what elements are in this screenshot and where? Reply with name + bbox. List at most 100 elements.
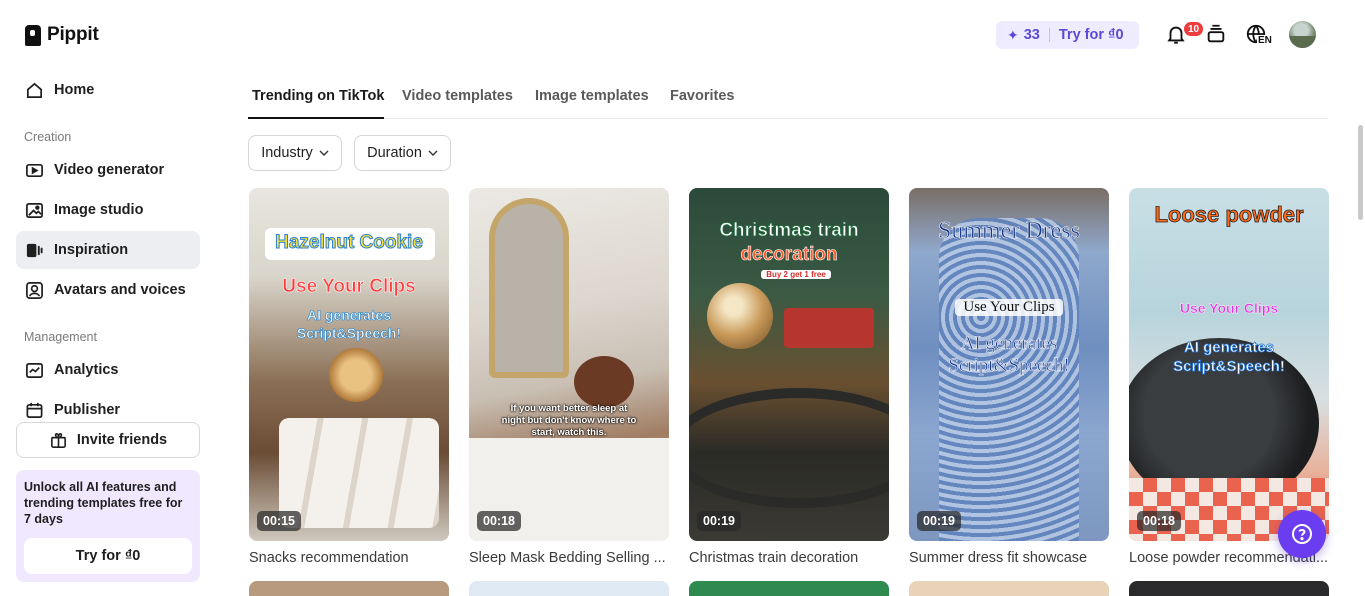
card-title: Christmas train decoration	[689, 550, 859, 566]
sidebar-item-label: Inspiration	[54, 242, 129, 258]
overlay-text: Hazelnut Cookie	[275, 232, 424, 254]
video-generator-icon	[24, 160, 44, 180]
sidebar-item-video-generator[interactable]: Video generator	[16, 151, 200, 189]
credits-pill[interactable]: ✦ 33 Try for ₫0	[996, 21, 1139, 49]
industry-filter-label: Industry	[261, 145, 313, 161]
home-icon	[24, 80, 44, 100]
help-button[interactable]	[1278, 510, 1326, 558]
thumbnail-decor	[707, 283, 773, 349]
try-for-free-link[interactable]: Try for ₫0	[1059, 27, 1124, 43]
overlay-text: Buy 2 get 1 free	[761, 270, 831, 279]
promo-card: Unlock all AI features and trending temp…	[16, 470, 200, 582]
template-tabs: Trending on TikTok Video templates Image…	[248, 86, 1328, 119]
overlay-text: AI generates Script&Speech!	[296, 307, 402, 342]
template-card[interactable]: If you want better sleep at night but do…	[469, 188, 669, 566]
template-card[interactable]: Christmas train decoration Buy 2 get 1 f…	[689, 188, 889, 566]
sidebar-item-label: Avatars and voices	[54, 282, 186, 298]
overlay-text: Summer Dress	[938, 218, 1080, 245]
tab-trending-on-tiktok[interactable]: Trending on TikTok	[252, 88, 384, 104]
app-name: Pippit	[47, 24, 99, 45]
industry-filter[interactable]: Industry	[248, 135, 342, 171]
duration-filter-label: Duration	[367, 145, 422, 161]
template-thumbnail-partial[interactable]	[249, 581, 449, 596]
stack-icon[interactable]	[1204, 22, 1228, 46]
sidebar-item-inspiration[interactable]: Inspiration	[16, 231, 200, 269]
sidebar-item-label: Home	[54, 82, 95, 98]
sidebar-item-label: Video generator	[54, 162, 165, 178]
promo-try-button[interactable]: Try for ₫0	[24, 538, 192, 574]
analytics-icon	[24, 360, 44, 380]
duration-filter[interactable]: Duration	[354, 135, 451, 171]
sidebar-item-image-studio[interactable]: Image studio	[16, 191, 200, 229]
overlay-text: If you want better sleep at night but do…	[501, 403, 637, 438]
card-title: Snacks recommendation	[249, 550, 409, 566]
thumbnail-decor	[939, 218, 1079, 541]
thumbnail-decor	[489, 198, 569, 378]
template-thumbnail[interactable]: Summer Dress Use Your Clips AI generates…	[909, 188, 1109, 541]
language-code: EN	[1257, 35, 1273, 46]
template-thumbnail-partial[interactable]	[469, 581, 669, 596]
thumbnail-decor	[689, 388, 889, 508]
question-icon	[1292, 524, 1312, 544]
credits-count: 33	[1023, 27, 1040, 43]
section-label-creation: Creation	[24, 130, 72, 144]
video-duration: 00:19	[697, 511, 741, 531]
avatar-voice-icon	[24, 280, 44, 300]
image-studio-icon	[24, 200, 44, 220]
chevron-down-icon	[428, 150, 438, 156]
chevron-down-icon	[319, 150, 329, 156]
template-thumbnail-partial[interactable]	[689, 581, 889, 596]
overlay-text: AI generates Script&Speech!	[1173, 339, 1285, 376]
template-thumbnail[interactable]: Loose powder Use Your Clips AI generates…	[1129, 188, 1329, 541]
thumbnail-decor	[279, 418, 439, 528]
template-thumbnail[interactable]: Hazelnut Cookie Use Your Clips AI genera…	[249, 188, 449, 541]
tab-favorites[interactable]: Favorites	[670, 88, 734, 104]
overlay-text: decoration	[740, 244, 838, 266]
credits-divider	[1048, 28, 1050, 42]
template-card[interactable]: Summer Dress Use Your Clips AI generates…	[909, 188, 1109, 566]
sidebar-item-label: Analytics	[54, 362, 119, 378]
template-thumbnail[interactable]: If you want better sleep at night but do…	[469, 188, 669, 541]
template-card[interactable]: Hazelnut Cookie Use Your Clips AI genera…	[249, 188, 449, 566]
thumbnail-decor	[574, 356, 634, 408]
section-label-management: Management	[24, 330, 97, 344]
video-duration: 00:15	[257, 511, 301, 531]
overlay-text: Use Your Clips	[282, 276, 416, 298]
sparkle-icon: ✦	[1007, 26, 1019, 43]
promo-text: Unlock all AI features and trending temp…	[24, 480, 183, 526]
overlay-text: Use Your Clips	[955, 299, 1063, 316]
template-thumbnail-partial[interactable]	[1129, 581, 1329, 596]
app-logo[interactable]: Pippit	[25, 24, 99, 46]
sidebar-item-home[interactable]: Home	[16, 71, 200, 109]
overlay-text: Loose powder	[1154, 202, 1304, 228]
thumbnail-decor	[329, 348, 383, 402]
video-duration: 00:19	[917, 511, 961, 531]
card-title: Sleep Mask Bedding Selling ...	[469, 550, 666, 566]
sidebar-item-avatars-and-voices[interactable]: Avatars and voices	[16, 271, 200, 309]
thumbnail-decor	[784, 308, 874, 348]
sidebar-item-label: Publisher	[54, 402, 121, 418]
pippit-logo-icon	[25, 24, 41, 46]
user-avatar[interactable]	[1289, 21, 1316, 48]
notification-badge: 10	[1183, 21, 1205, 37]
calendar-icon	[24, 400, 44, 420]
video-duration: 00:18	[477, 511, 521, 531]
gift-icon	[49, 430, 69, 450]
tab-video-templates[interactable]: Video templates	[402, 88, 513, 104]
page-scrollbar[interactable]	[1358, 125, 1363, 220]
inspiration-icon	[24, 240, 44, 260]
template-thumbnail-partial[interactable]	[909, 581, 1109, 596]
card-title: Summer dress fit showcase	[909, 550, 1088, 566]
overlay-text: Christmas train	[719, 220, 859, 242]
tab-image-templates[interactable]: Image templates	[535, 88, 649, 104]
template-thumbnail[interactable]: Christmas train decoration Buy 2 get 1 f…	[689, 188, 889, 541]
active-tab-indicator	[248, 117, 384, 119]
video-duration: 00:18	[1137, 511, 1181, 531]
sidebar-item-label: Image studio	[54, 202, 144, 218]
invite-friends-label: Invite friends	[76, 432, 168, 448]
overlay-text: Use Your Clips	[1179, 300, 1279, 316]
invite-friends-button[interactable]: Invite friends	[16, 422, 200, 458]
sidebar: Pippit Home Creation Video generator Ima…	[0, 0, 216, 596]
overlay-text: AI generates Script&Speech!	[948, 333, 1070, 377]
sidebar-item-analytics[interactable]: Analytics	[16, 351, 200, 389]
